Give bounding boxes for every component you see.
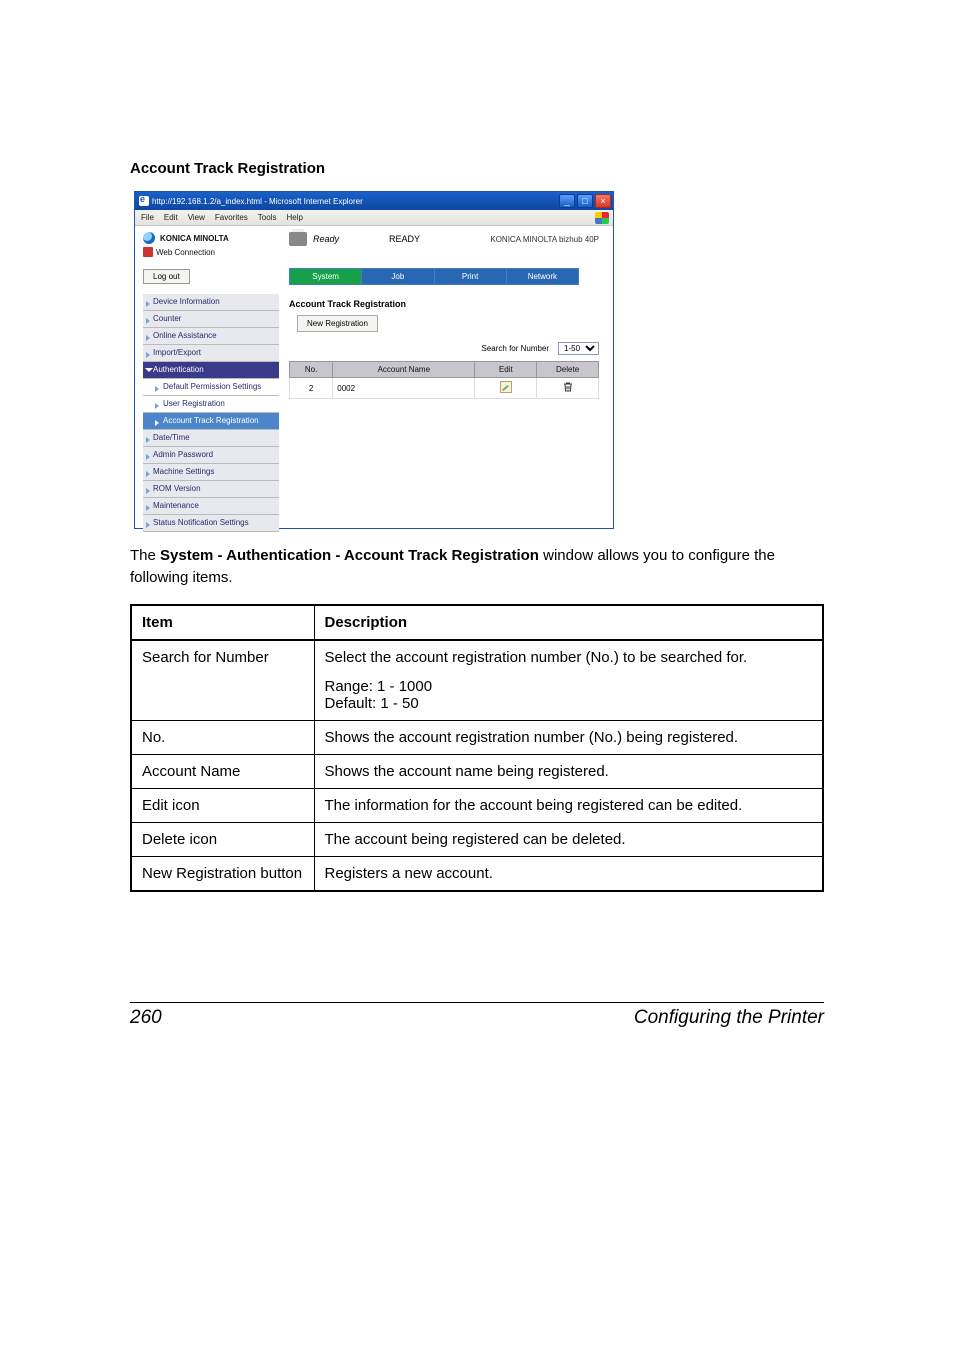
page-title: Configuring the Printer — [634, 1007, 824, 1029]
search-label: Search for Number — [482, 344, 550, 353]
window-title: http://192.168.1.2/a_index.html - Micros… — [152, 197, 363, 206]
km-logo-icon — [143, 232, 155, 244]
minimize-button[interactable]: _ — [559, 194, 575, 208]
windows-flag-icon — [595, 212, 609, 224]
edit-icon[interactable] — [500, 381, 512, 393]
desc-head-item: Item — [131, 605, 314, 640]
desc-text: The account being registered can be dele… — [314, 822, 823, 856]
nav-authentication[interactable]: Authentication — [143, 362, 279, 379]
desc-item: New Registration button — [131, 856, 314, 891]
menu-help[interactable]: Help — [286, 213, 302, 222]
desc-item: Edit icon — [131, 788, 314, 822]
grid-head-no: No. — [290, 362, 333, 378]
search-select[interactable]: 1-50 — [558, 342, 599, 355]
pagescope-icon — [143, 247, 153, 257]
desc-text: Select the account registration number (… — [314, 640, 823, 721]
logout-button[interactable]: Log out — [143, 269, 190, 284]
section-title: Account Track Registration — [130, 160, 824, 177]
right-column: Ready READY KONICA MINOLTA bizhub 40P Sy… — [285, 226, 613, 528]
tabs: System Job Print Network — [289, 268, 579, 285]
grid-head-delete: Delete — [537, 362, 599, 378]
window-buttons: _ □ × — [559, 194, 611, 208]
device-name: KONICA MINOLTA bizhub 40P — [490, 235, 599, 244]
nav-counter[interactable]: Counter — [143, 311, 279, 328]
nav-rom-version[interactable]: ROM Version — [143, 481, 279, 498]
close-button[interactable]: × — [595, 194, 611, 208]
panel-title: Account Track Registration — [289, 299, 599, 309]
cell-edit — [475, 378, 537, 399]
nav-default-permission[interactable]: Default Permission Settings — [143, 379, 279, 396]
cell-name: 0002 — [333, 378, 475, 399]
nav-machine-settings[interactable]: Machine Settings — [143, 464, 279, 481]
nav-device-info[interactable]: Device Information — [143, 294, 279, 311]
page-footer: 260 Configuring the Printer — [130, 1002, 824, 1029]
table-row: New Registration button Registers a new … — [131, 856, 823, 891]
table-row: Edit icon The information for the accoun… — [131, 788, 823, 822]
status-ready-small: Ready — [313, 234, 339, 244]
desc-text: Registers a new account. — [314, 856, 823, 891]
nav-user-registration[interactable]: User Registration — [143, 396, 279, 413]
status-ready-big: READY — [389, 234, 420, 244]
desc-item: Account Name — [131, 754, 314, 788]
brand-name: KONICA MINOLTA — [160, 234, 229, 243]
menu-edit[interactable]: Edit — [164, 213, 178, 222]
account-grid: No. Account Name Edit Delete 2 0002 — [289, 361, 599, 399]
tab-job[interactable]: Job — [362, 269, 434, 284]
page-number: 260 — [130, 1007, 162, 1029]
table-row: Delete icon The account being registered… — [131, 822, 823, 856]
desc-item: Search for Number — [131, 640, 314, 721]
table-row: No. Shows the account registration numbe… — [131, 720, 823, 754]
nav-import-export[interactable]: Import/Export — [143, 345, 279, 362]
nav-status-notification[interactable]: Status Notification Settings — [143, 515, 279, 532]
figure-caption: The System - Authentication - Account Tr… — [130, 545, 824, 589]
desc-head-desc: Description — [314, 605, 823, 640]
left-column: KONICA MINOLTA Web Connection Log out De… — [135, 226, 285, 528]
ie-icon — [139, 196, 149, 206]
browser-window: http://192.168.1.2/a_index.html - Micros… — [134, 191, 614, 529]
menu-file[interactable]: File — [141, 213, 154, 222]
desc-main: Select the account registration number (… — [325, 649, 748, 666]
nav-admin-password[interactable]: Admin Password — [143, 447, 279, 464]
trash-icon[interactable] — [562, 386, 574, 395]
cell-delete — [537, 378, 599, 399]
table-row: Account Name Shows the account name bein… — [131, 754, 823, 788]
side-nav: Device Information Counter Online Assist… — [143, 294, 279, 532]
pagescope-label: Web Connection — [156, 248, 215, 257]
printer-icon — [289, 232, 307, 246]
tab-print[interactable]: Print — [435, 269, 507, 284]
grid-head-edit: Edit — [475, 362, 537, 378]
desc-item: Delete icon — [131, 822, 314, 856]
tab-network[interactable]: Network — [507, 269, 578, 284]
description-table: Item Description Search for Number Selec… — [130, 604, 824, 892]
desc-text: Shows the account registration number (N… — [314, 720, 823, 754]
grid-head-name: Account Name — [333, 362, 475, 378]
desc-item: No. — [131, 720, 314, 754]
table-row: Search for Number Select the account reg… — [131, 640, 823, 721]
nav-date-time[interactable]: Date/Time — [143, 430, 279, 447]
new-registration-button[interactable]: New Registration — [297, 315, 378, 332]
table-row: 2 0002 — [290, 378, 599, 399]
maximize-button[interactable]: □ — [577, 194, 593, 208]
desc-extra: Range: 1 - 1000 Default: 1 - 50 — [325, 678, 813, 712]
menu-tools[interactable]: Tools — [258, 213, 277, 222]
tab-system[interactable]: System — [290, 269, 362, 284]
caption-pre: The — [130, 547, 160, 564]
menubar: File Edit View Favorites Tools Help — [135, 210, 613, 226]
nav-account-track-registration[interactable]: Account Track Registration — [143, 413, 279, 430]
nav-online-assistance[interactable]: Online Assistance — [143, 328, 279, 345]
nav-maintenance[interactable]: Maintenance — [143, 498, 279, 515]
menu-favorites[interactable]: Favorites — [215, 213, 248, 222]
caption-bold: System - Authentication - Account Track … — [160, 547, 539, 564]
desc-text: The information for the account being re… — [314, 788, 823, 822]
cell-no: 2 — [290, 378, 333, 399]
titlebar: http://192.168.1.2/a_index.html - Micros… — [135, 192, 613, 210]
desc-text: Shows the account name being registered. — [314, 754, 823, 788]
menu-view[interactable]: View — [188, 213, 205, 222]
